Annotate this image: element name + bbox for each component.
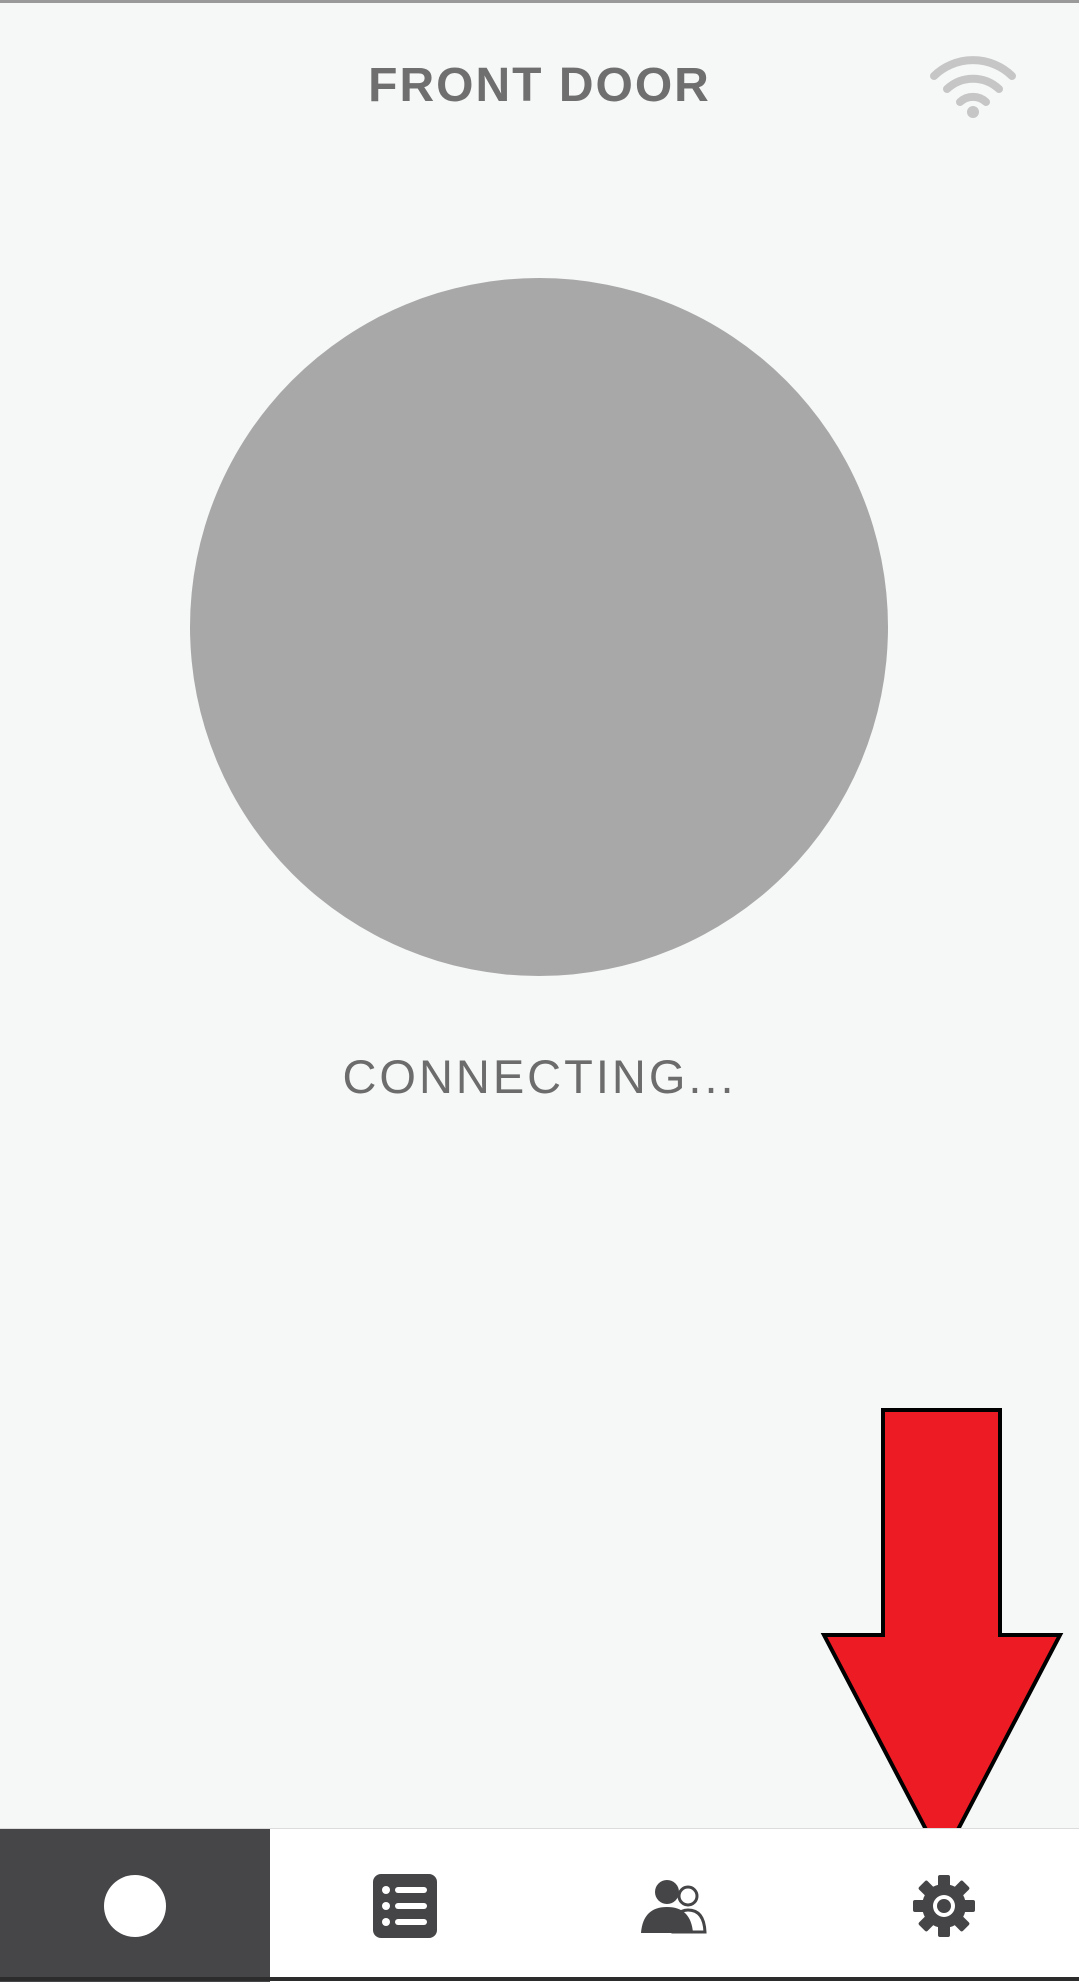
gear-icon — [913, 1874, 976, 1937]
page-title: FRONT DOOR — [368, 59, 711, 112]
users-icon — [641, 1879, 707, 1933]
list-icon — [372, 1873, 437, 1938]
tab-settings[interactable] — [809, 1829, 1079, 1982]
tab-live[interactable] — [0, 1829, 270, 1982]
bottom-edge — [0, 1977, 1079, 1981]
connection-status: CONNECTING... — [342, 1050, 737, 1103]
doorbell-video-placeholder[interactable] — [190, 278, 888, 976]
annotation-arrow — [820, 1408, 1064, 1865]
tab-history[interactable] — [270, 1829, 540, 1982]
wifi-icon — [930, 56, 1016, 118]
bottom-tab-bar — [0, 1828, 1079, 1982]
tab-users[interactable] — [540, 1829, 810, 1982]
circle-icon — [103, 1874, 166, 1937]
header: FRONT DOOR — [0, 0, 1079, 170]
